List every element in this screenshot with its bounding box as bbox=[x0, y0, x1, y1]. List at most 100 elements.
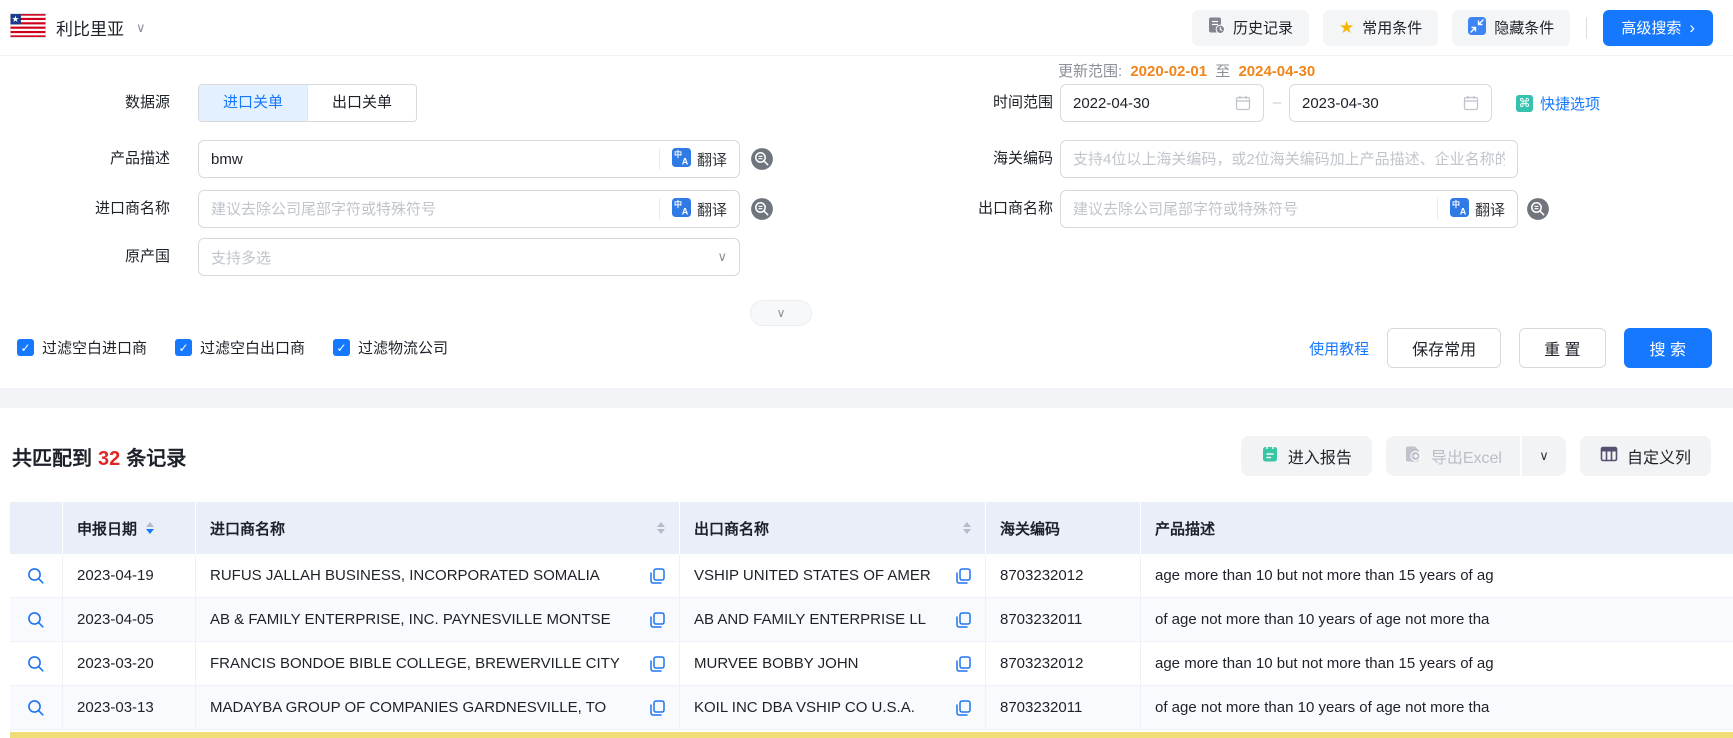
sort-icon[interactable] bbox=[146, 522, 154, 534]
command-icon: ⌘ bbox=[1516, 95, 1533, 112]
translate-button[interactable]: 中 A 翻译 bbox=[659, 198, 727, 220]
translate-icon: 中 A bbox=[1450, 198, 1469, 221]
results-summary: 共匹配到 32 条记录 bbox=[12, 442, 186, 471]
search-button[interactable]: 搜 索 bbox=[1624, 328, 1712, 368]
custom-columns-label: 自定义列 bbox=[1627, 444, 1691, 468]
header-hs-code: 海关编码 bbox=[986, 502, 1141, 554]
svg-text:A: A bbox=[682, 156, 689, 166]
results-count: 32 bbox=[98, 448, 120, 471]
exact-match-toggle-icon[interactable] bbox=[750, 147, 774, 171]
filter-logistics-checkbox[interactable]: ✓ 过滤物流公司 bbox=[333, 337, 448, 358]
chevron-down-icon: ∨ bbox=[777, 306, 786, 320]
collapse-icon bbox=[1468, 17, 1486, 39]
translate-button[interactable]: 中 A 翻译 bbox=[1437, 198, 1505, 220]
history-icon bbox=[1208, 17, 1225, 38]
hs-code-field bbox=[1060, 140, 1518, 178]
exact-match-toggle-icon[interactable] bbox=[750, 197, 774, 221]
summary-prefix: 共匹配到 bbox=[12, 442, 92, 471]
quick-options-button[interactable]: ⌘ 快捷选项 bbox=[1516, 84, 1600, 122]
tab-export-declarations[interactable]: 出口关单 bbox=[307, 85, 416, 121]
view-detail-icon[interactable] bbox=[27, 611, 45, 629]
custom-columns-button[interactable]: 自定义列 bbox=[1580, 436, 1711, 476]
quick-options-label: 快捷选项 bbox=[1540, 93, 1600, 114]
copy-icon[interactable] bbox=[956, 568, 971, 584]
date-start-value: 2022-04-30 bbox=[1073, 95, 1150, 112]
exporter-label: 出口商名称 bbox=[860, 190, 1053, 228]
chevron-down-icon[interactable]: ∨ bbox=[136, 20, 146, 36]
importer-input[interactable] bbox=[211, 201, 651, 218]
product-desc-label: 产品描述 bbox=[0, 140, 170, 178]
view-detail-icon[interactable] bbox=[27, 567, 45, 585]
favorites-label: 常用条件 bbox=[1362, 17, 1422, 38]
cell-product: of age not more than 10 years of age not… bbox=[1155, 699, 1733, 716]
copy-icon[interactable] bbox=[650, 700, 665, 716]
update-range-to: 至 bbox=[1215, 63, 1230, 80]
exact-match-toggle-icon[interactable] bbox=[1526, 197, 1550, 221]
calendar-icon[interactable] bbox=[1463, 95, 1479, 111]
exporter-input[interactable] bbox=[1073, 201, 1429, 218]
save-common-button[interactable]: 保存常用 bbox=[1387, 328, 1501, 368]
cell-hs-code: 8703232012 bbox=[1000, 655, 1083, 672]
report-icon bbox=[1261, 445, 1279, 468]
date-range-dash: – bbox=[1270, 84, 1284, 122]
checkbox-checked-icon: ✓ bbox=[333, 339, 350, 356]
cell-hs-code: 8703232012 bbox=[1000, 567, 1083, 584]
header-product-desc: 产品描述 bbox=[1141, 502, 1733, 554]
date-start-input[interactable]: 2022-04-30 bbox=[1060, 84, 1264, 122]
copy-icon[interactable] bbox=[650, 612, 665, 628]
columns-icon bbox=[1600, 445, 1618, 468]
sort-icon[interactable] bbox=[963, 522, 971, 534]
summary-suffix: 条记录 bbox=[126, 442, 186, 471]
cell-exporter: VSHIP UNITED STATES OF AMER bbox=[694, 567, 946, 584]
origin-country-select[interactable]: 支持多选 ∨ bbox=[198, 238, 740, 276]
translate-button[interactable]: 中 A 翻译 bbox=[659, 148, 727, 170]
cell-date: 2023-03-20 bbox=[77, 655, 154, 672]
history-button[interactable]: 历史记录 bbox=[1192, 10, 1309, 46]
expand-more-conditions-button[interactable]: ∨ bbox=[750, 300, 812, 326]
sort-icon[interactable] bbox=[657, 522, 665, 534]
update-range-end: 2024-04-30 bbox=[1238, 63, 1315, 80]
filter-blank-importer-checkbox[interactable]: ✓ 过滤空白进口商 bbox=[17, 337, 147, 358]
translate-label: 翻译 bbox=[1475, 199, 1505, 220]
update-range: 更新范围: 2020-02-01 至 2024-04-30 bbox=[1058, 60, 1319, 81]
view-detail-icon[interactable] bbox=[27, 655, 45, 673]
liberia-flag-icon: ★ bbox=[10, 13, 46, 43]
copy-icon[interactable] bbox=[956, 700, 971, 716]
enter-report-button[interactable]: 进入报告 bbox=[1241, 436, 1372, 476]
origin-country-placeholder: 支持多选 bbox=[211, 247, 717, 268]
hide-conditions-button[interactable]: 隐藏条件 bbox=[1452, 10, 1570, 46]
cell-product: age more than 10 but not more than 15 ye… bbox=[1155, 655, 1733, 672]
calendar-icon[interactable] bbox=[1235, 95, 1251, 111]
hs-code-input[interactable] bbox=[1073, 151, 1505, 168]
copy-icon[interactable] bbox=[956, 612, 971, 628]
svg-text:★: ★ bbox=[12, 14, 20, 24]
cell-exporter: MURVEE BOBBY JOHN bbox=[694, 655, 946, 672]
country-selector[interactable]: ★ 利比里亚 ∨ bbox=[10, 13, 146, 43]
data-source-label: 数据源 bbox=[0, 84, 170, 122]
importer-label: 进口商名称 bbox=[0, 190, 170, 228]
filter-blank-exporter-checkbox[interactable]: ✓ 过滤空白出口商 bbox=[175, 337, 305, 358]
header-exporter-name[interactable]: 出口商名称 bbox=[680, 502, 986, 554]
filter-label: 过滤空白进口商 bbox=[42, 337, 147, 358]
copy-icon[interactable] bbox=[956, 656, 971, 672]
date-end-input[interactable]: 2023-04-30 bbox=[1289, 84, 1492, 122]
copy-icon[interactable] bbox=[650, 568, 665, 584]
advanced-search-button[interactable]: 高级搜索 › bbox=[1603, 10, 1713, 46]
favorites-button[interactable]: ★ 常用条件 bbox=[1323, 10, 1438, 46]
reset-button[interactable]: 重 置 bbox=[1519, 328, 1605, 368]
topbar: ★ 利比里亚 ∨ 历史记录 ★ 常用条件 bbox=[0, 0, 1733, 56]
enter-report-label: 进入报告 bbox=[1288, 444, 1352, 468]
svg-text:A: A bbox=[1460, 206, 1467, 216]
export-excel-button[interactable]: 导出Excel bbox=[1386, 436, 1520, 476]
header-declare-date[interactable]: 申报日期 bbox=[63, 502, 196, 554]
view-detail-icon[interactable] bbox=[27, 699, 45, 717]
tutorial-link[interactable]: 使用教程 bbox=[1309, 338, 1369, 359]
export-options-button[interactable]: ∨ bbox=[1520, 436, 1566, 476]
cell-hs-code: 8703232011 bbox=[1000, 611, 1082, 628]
update-range-start: 2020-02-01 bbox=[1130, 63, 1207, 80]
tab-import-declarations[interactable]: 进口关单 bbox=[199, 85, 307, 121]
topbar-actions: 历史记录 ★ 常用条件 隐藏条件 高级搜索 › bbox=[1192, 10, 1713, 46]
product-desc-input[interactable] bbox=[211, 151, 651, 168]
header-importer-name[interactable]: 进口商名称 bbox=[196, 502, 680, 554]
copy-icon[interactable] bbox=[650, 656, 665, 672]
